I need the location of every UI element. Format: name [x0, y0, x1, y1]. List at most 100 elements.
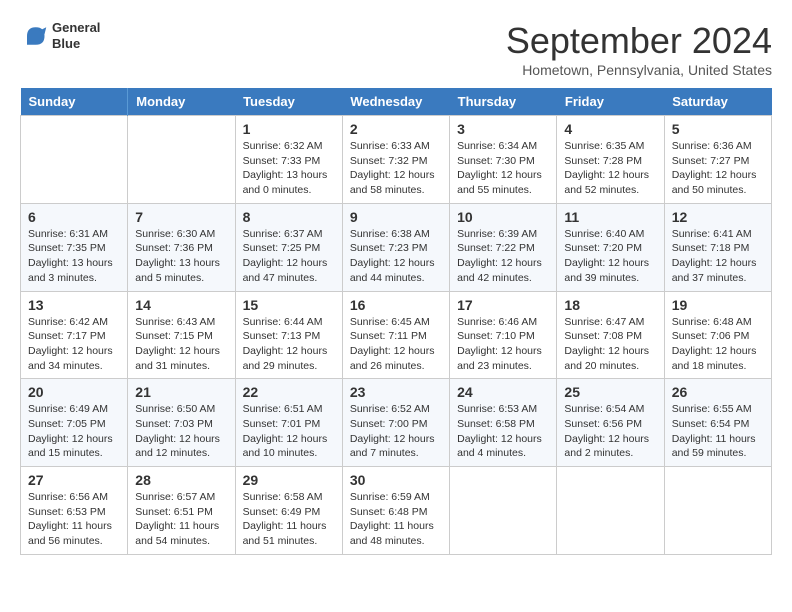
- calendar-day-24: 24Sunrise: 6:53 AMSunset: 6:58 PMDayligh…: [450, 379, 557, 467]
- day-number: 9: [350, 209, 442, 225]
- day-number: 16: [350, 297, 442, 313]
- day-info: Sunrise: 6:31 AMSunset: 7:35 PMDaylight:…: [28, 228, 113, 284]
- logo: General Blue: [20, 20, 100, 51]
- day-info: Sunrise: 6:36 AMSunset: 7:27 PMDaylight:…: [672, 140, 757, 196]
- day-info: Sunrise: 6:56 AMSunset: 6:53 PMDaylight:…: [28, 491, 112, 547]
- day-info: Sunrise: 6:37 AMSunset: 7:25 PMDaylight:…: [243, 228, 328, 284]
- calendar-table: SundayMondayTuesdayWednesdayThursdayFrid…: [20, 88, 772, 555]
- day-number: 10: [457, 209, 549, 225]
- day-number: 8: [243, 209, 335, 225]
- calendar-day-7: 7 Sunrise: 6:30 AMSunset: 7:36 PMDaylight…: [128, 203, 235, 291]
- day-number: 7: [135, 209, 227, 225]
- day-number: 24: [457, 384, 549, 400]
- day-number: 2: [350, 121, 442, 137]
- day-info: Sunrise: 6:49 AMSunset: 7:05 PMDaylight:…: [28, 403, 113, 459]
- day-number: 25: [564, 384, 656, 400]
- empty-cell: [450, 467, 557, 555]
- day-info: Sunrise: 6:52 AMSunset: 7:00 PMDaylight:…: [350, 403, 435, 459]
- day-info: Sunrise: 6:32 AMSunset: 7:33 PMDaylight:…: [243, 140, 328, 196]
- day-info: Sunrise: 6:50 AMSunset: 7:03 PMDaylight:…: [135, 403, 220, 459]
- title-section: September 2024 Hometown, Pennsylvania, U…: [506, 20, 772, 78]
- day-info: Sunrise: 6:41 AMSunset: 7:18 PMDaylight:…: [672, 228, 757, 284]
- day-number: 29: [243, 472, 335, 488]
- calendar-day-12: 12 Sunrise: 6:41 AMSunset: 7:18 PMDayligh…: [664, 203, 771, 291]
- calendar-day-17: 17 Sunrise: 6:46 AMSunset: 7:10 PMDayligh…: [450, 291, 557, 379]
- calendar-day-21: 21 Sunrise: 6:50 AMSunset: 7:03 PMDayligh…: [128, 379, 235, 467]
- calendar-day-18: 18 Sunrise: 6:47 AMSunset: 7:08 PMDayligh…: [557, 291, 664, 379]
- day-number: 17: [457, 297, 549, 313]
- day-info: Sunrise: 6:39 AMSunset: 7:22 PMDaylight:…: [457, 228, 542, 284]
- empty-cell: [664, 467, 771, 555]
- day-info: Sunrise: 6:43 AMSunset: 7:15 PMDaylight:…: [135, 316, 220, 372]
- day-number: 18: [564, 297, 656, 313]
- calendar-day-26: 26Sunrise: 6:55 AMSunset: 6:54 PMDayligh…: [664, 379, 771, 467]
- day-number: 6: [28, 209, 120, 225]
- day-info: Sunrise: 6:42 AMSunset: 7:17 PMDaylight:…: [28, 316, 113, 372]
- day-number: 14: [135, 297, 227, 313]
- weekday-header-thursday: Thursday: [450, 88, 557, 116]
- calendar-week-2: 6 Sunrise: 6:31 AMSunset: 7:35 PMDaylight…: [21, 203, 772, 291]
- day-info: Sunrise: 6:40 AMSunset: 7:20 PMDaylight:…: [564, 228, 649, 284]
- day-number: 23: [350, 384, 442, 400]
- logo-icon: [20, 22, 48, 50]
- day-number: 3: [457, 121, 549, 137]
- day-info: Sunrise: 6:59 AMSunset: 6:48 PMDaylight:…: [350, 491, 434, 547]
- day-info: Sunrise: 6:30 AMSunset: 7:36 PMDaylight:…: [135, 228, 220, 284]
- calendar-day-14: 14 Sunrise: 6:43 AMSunset: 7:15 PMDayligh…: [128, 291, 235, 379]
- day-info: Sunrise: 6:38 AMSunset: 7:23 PMDaylight:…: [350, 228, 435, 284]
- location-subtitle: Hometown, Pennsylvania, United States: [506, 62, 772, 78]
- day-info: Sunrise: 6:44 AMSunset: 7:13 PMDaylight:…: [243, 316, 328, 372]
- day-number: 1: [243, 121, 335, 137]
- empty-cell: [21, 116, 128, 204]
- calendar-day-13: 13Sunrise: 6:42 AMSunset: 7:17 PMDayligh…: [21, 291, 128, 379]
- calendar-day-28: 28 Sunrise: 6:57 AMSunset: 6:51 PMDayligh…: [128, 467, 235, 555]
- logo-text: General Blue: [52, 20, 100, 51]
- calendar-day-30: 30 Sunrise: 6:59 AMSunset: 6:48 PMDayligh…: [342, 467, 449, 555]
- empty-cell: [557, 467, 664, 555]
- day-number: 26: [672, 384, 764, 400]
- month-title: September 2024: [506, 20, 772, 62]
- day-number: 30: [350, 472, 442, 488]
- calendar-day-15: 15Sunrise: 6:44 AMSunset: 7:13 PMDayligh…: [235, 291, 342, 379]
- calendar-day-11: 11 Sunrise: 6:40 AMSunset: 7:20 PMDayligh…: [557, 203, 664, 291]
- day-number: 28: [135, 472, 227, 488]
- calendar-week-1: 1 Sunrise: 6:32 AMSunset: 7:33 PMDaylight…: [21, 116, 772, 204]
- weekday-header-sunday: Sunday: [21, 88, 128, 116]
- calendar-day-1: 1 Sunrise: 6:32 AMSunset: 7:33 PMDaylight…: [235, 116, 342, 204]
- day-info: Sunrise: 6:58 AMSunset: 6:49 PMDaylight:…: [243, 491, 327, 547]
- calendar-day-23: 23 Sunrise: 6:52 AMSunset: 7:00 PMDayligh…: [342, 379, 449, 467]
- empty-cell: [128, 116, 235, 204]
- weekday-header-saturday: Saturday: [664, 88, 771, 116]
- page-header: General Blue September 2024 Hometown, Pe…: [20, 20, 772, 78]
- calendar-day-3: 3 Sunrise: 6:34 AMSunset: 7:30 PMDaylight…: [450, 116, 557, 204]
- day-number: 11: [564, 209, 656, 225]
- day-number: 20: [28, 384, 120, 400]
- day-number: 21: [135, 384, 227, 400]
- calendar-day-16: 16Sunrise: 6:45 AMSunset: 7:11 PMDayligh…: [342, 291, 449, 379]
- weekday-header-monday: Monday: [128, 88, 235, 116]
- day-info: Sunrise: 6:35 AMSunset: 7:28 PMDaylight:…: [564, 140, 649, 196]
- day-info: Sunrise: 6:33 AMSunset: 7:32 PMDaylight:…: [350, 140, 435, 196]
- calendar-day-5: 5 Sunrise: 6:36 AMSunset: 7:27 PMDaylight…: [664, 116, 771, 204]
- calendar-day-4: 4 Sunrise: 6:35 AMSunset: 7:28 PMDaylight…: [557, 116, 664, 204]
- calendar-day-6: 6 Sunrise: 6:31 AMSunset: 7:35 PMDaylight…: [21, 203, 128, 291]
- day-number: 27: [28, 472, 120, 488]
- calendar-day-27: 27 Sunrise: 6:56 AMSunset: 6:53 PMDayligh…: [21, 467, 128, 555]
- day-info: Sunrise: 6:46 AMSunset: 7:10 PMDaylight:…: [457, 316, 542, 372]
- calendar-day-29: 29 Sunrise: 6:58 AMSunset: 6:49 PMDayligh…: [235, 467, 342, 555]
- calendar-day-20: 20 Sunrise: 6:49 AMSunset: 7:05 PMDayligh…: [21, 379, 128, 467]
- day-info: Sunrise: 6:48 AMSunset: 7:06 PMDaylight:…: [672, 316, 757, 372]
- day-info: Sunrise: 6:51 AMSunset: 7:01 PMDaylight:…: [243, 403, 328, 459]
- day-number: 5: [672, 121, 764, 137]
- day-info: Sunrise: 6:57 AMSunset: 6:51 PMDaylight:…: [135, 491, 219, 547]
- calendar-day-25: 25Sunrise: 6:54 AMSunset: 6:56 PMDayligh…: [557, 379, 664, 467]
- day-number: 12: [672, 209, 764, 225]
- weekday-header-friday: Friday: [557, 88, 664, 116]
- day-number: 19: [672, 297, 764, 313]
- calendar-week-4: 20 Sunrise: 6:49 AMSunset: 7:05 PMDayligh…: [21, 379, 772, 467]
- day-number: 4: [564, 121, 656, 137]
- calendar-day-9: 9 Sunrise: 6:38 AMSunset: 7:23 PMDaylight…: [342, 203, 449, 291]
- calendar-day-2: 2 Sunrise: 6:33 AMSunset: 7:32 PMDaylight…: [342, 116, 449, 204]
- day-info: Sunrise: 6:34 AMSunset: 7:30 PMDaylight:…: [457, 140, 542, 196]
- day-info: Sunrise: 6:47 AMSunset: 7:08 PMDaylight:…: [564, 316, 649, 372]
